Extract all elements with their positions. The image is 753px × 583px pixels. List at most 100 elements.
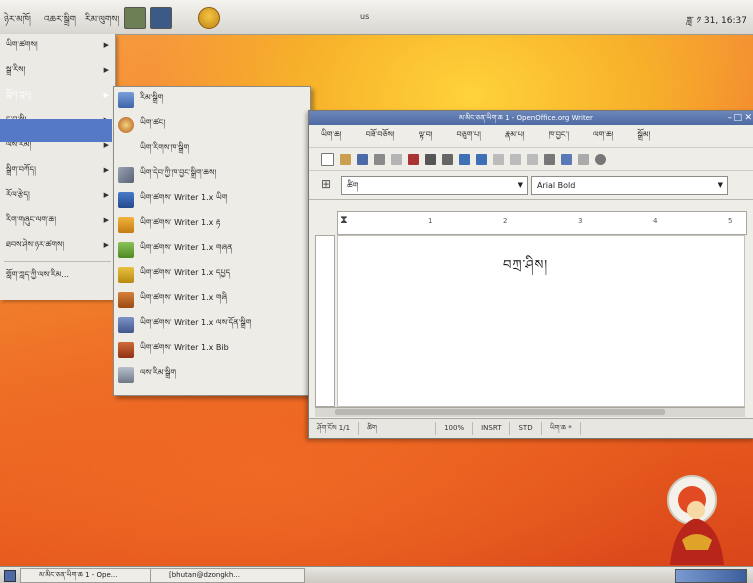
menu-item-label: རིག་གཞུང་ལག་ཆ།	[6, 215, 57, 224]
chevron-right-icon: ▶	[103, 166, 109, 174]
format-paintbrush-icon[interactable]	[544, 153, 555, 165]
copy-icon[interactable]	[510, 153, 521, 165]
chevron-right-icon: ▶	[103, 216, 109, 224]
panel-menu-system[interactable]: རིམ་ལུགས།	[85, 10, 119, 35]
writer-menubar: ཡིག་ཆ། བཟོ་བཅོས། ལྟ་བ། བཅུག་པ། རྣམ་པ། ཁ་…	[309, 125, 753, 148]
menu-view[interactable]: ལྟ་བ།	[419, 125, 433, 148]
menu-item-accessories[interactable]: ཡིག་ཚགས། ▶	[0, 34, 115, 59]
base-doc-icon	[118, 291, 134, 308]
submenu-item[interactable]: ཡིག་ཚགས་ Writer 1.x ལས་དོན་སྒྲིག	[114, 312, 310, 337]
menu-item-settings[interactable]: སྒྲིག་བཀོད། ▶	[0, 159, 115, 184]
math-doc-icon	[118, 316, 134, 333]
document-text[interactable]: བཀྲ་ཤིས།	[503, 250, 548, 287]
taskbar-item-terminal[interactable]: [bhutan@dzongkh...	[150, 568, 305, 583]
edit-file-icon[interactable]	[391, 153, 402, 165]
menu-format[interactable]: རྣམ་པ།	[505, 125, 525, 148]
office-submenu: རིམ་སྒྲིག ཡིག་ཚང། ཡིག་རིགས་ཁ་སྒྲིག ཡིག་ད…	[113, 86, 311, 396]
formatting-toolbar: ⊞ ཚིག ▼ Arial Bold ▼	[309, 171, 753, 200]
bibliography-icon	[118, 341, 134, 358]
ruler-mark: 1	[428, 217, 433, 225]
styles-icon[interactable]: ⊞	[321, 177, 331, 191]
submenu-item[interactable]: ཡིག་ཚགས་ Writer 1.x རྟ	[114, 212, 310, 237]
paste-icon[interactable]	[527, 153, 538, 165]
status-document-modified: ཡིག་ཆ *	[542, 422, 581, 435]
terminal-launcher-icon[interactable]	[150, 7, 172, 29]
menu-tools[interactable]: ལག་ཆ།	[593, 125, 613, 148]
menu-item-other[interactable]: གློག་ཀླད་ཀྱི་ལས་རིམ...	[0, 264, 115, 289]
undo-icon[interactable]	[561, 153, 572, 165]
window-title: མ་མིང་ཅན་ཡིག་ཆ 1 - OpenOffice.org Writer	[459, 114, 593, 122]
submenu-item[interactable]: ཡིག་ཚགས་ Writer 1.x ཡིག	[114, 187, 310, 212]
status-page: ཤོག་ངོས 1/1	[309, 422, 360, 435]
panel-menu-places[interactable]: འཆར་སྒྲིག	[44, 10, 76, 35]
blank-icon	[118, 142, 134, 158]
submenu-item[interactable]: ལས་རིམ་སྒྲིག	[114, 362, 310, 387]
save-icon[interactable]	[357, 153, 368, 165]
chevron-right-icon: ▶	[103, 141, 109, 149]
submenu-item[interactable]: ཡིག་ཚགས་ Writer 1.x གཞན	[114, 237, 310, 262]
spellcheck-icon[interactable]	[459, 153, 470, 165]
autospell-icon[interactable]	[476, 153, 487, 165]
navigator-icon[interactable]	[595, 153, 606, 165]
chevron-right-icon: ▶	[103, 41, 109, 49]
panel-clock[interactable]: ཟླ་ ༡ 31, 16:37	[687, 11, 747, 36]
menu-window[interactable]: སྒྲོམ།	[637, 125, 650, 148]
draw-doc-icon	[118, 216, 134, 233]
paragraph-style-select[interactable]: ཚིག ▼	[341, 176, 528, 195]
horizontal-scrollbar[interactable]	[315, 407, 745, 417]
print-preview-icon[interactable]	[442, 153, 453, 165]
menu-item-graphics[interactable]: སྒྲ་རིས། ▶	[0, 59, 115, 84]
submenu-item[interactable]: ཡིག་ཚང།	[114, 112, 310, 137]
new-document-icon[interactable]	[321, 152, 334, 166]
submenu-item[interactable]: ཡིག་དེབ་ཀྱི་ཁ་བྱང་སྒྲིག་ཆས།	[114, 162, 310, 187]
submenu-item-label: ཡིག་ཚགས་ Writer 1.x དཔྱད	[140, 268, 231, 277]
export-pdf-icon[interactable]	[408, 153, 419, 165]
redo-icon[interactable]	[578, 153, 589, 165]
status-zoom[interactable]: 100%	[436, 422, 474, 435]
workspace-switcher[interactable]	[675, 569, 747, 583]
menu-insert[interactable]: བཅུག་པ།	[457, 125, 481, 148]
font-name-select[interactable]: Arial Bold ▼	[531, 176, 728, 195]
submenu-item[interactable]: རིམ་སྒྲིག	[114, 87, 310, 112]
keyboard-layout-indicator[interactable]: us	[360, 12, 369, 21]
globe-icon	[118, 116, 134, 133]
selected-menu-highlight	[0, 119, 112, 142]
submenu-item[interactable]: ཡིག་ཚགས་ Writer 1.x Bib	[114, 337, 310, 362]
submenu-item[interactable]: ཡིག་རིགས་ཁ་སྒྲིག	[114, 137, 310, 162]
standard-toolbar	[309, 148, 753, 171]
tab-stop-icon[interactable]: ⧗	[340, 213, 348, 227]
maximize-icon[interactable]: □	[733, 111, 742, 125]
menu-item-office[interactable]: གློག་ཀླད། ▶	[0, 84, 115, 109]
minimize-icon[interactable]: –	[728, 111, 733, 125]
menu-edit[interactable]: བཟོ་བཅོས།	[366, 125, 395, 148]
email-icon[interactable]	[374, 153, 385, 165]
vertical-ruler[interactable]	[315, 235, 335, 407]
close-icon[interactable]: ✕	[744, 111, 752, 125]
print-icon[interactable]	[425, 153, 436, 165]
submenu-item[interactable]: ཡིག་ཚགས་ Writer 1.x དཔྱད	[114, 262, 310, 287]
horizontal-ruler[interactable]: ⧗ 1 2 3 4 5	[337, 211, 747, 235]
scrollbar-thumb[interactable]	[335, 409, 665, 415]
office-launcher-icon[interactable]	[124, 7, 146, 29]
chevron-right-icon: ▶	[103, 241, 109, 249]
menu-item-education[interactable]: རིག་གཞུང་ལག་ཆ། ▶	[0, 209, 115, 234]
status-selection-mode[interactable]: STD	[510, 422, 542, 435]
menu-item-system-tools[interactable]: ཐབས་ཤེས་ཉར་ཚགས། ▶	[0, 234, 115, 259]
taskbar-item-label: [bhutan@dzongkh...	[169, 571, 240, 579]
submenu-item[interactable]: ཡིག་ཚགས་ Writer 1.x གཞི	[114, 287, 310, 312]
menu-file[interactable]: ཡིག་ཆ།	[321, 125, 342, 148]
emoticon-icon[interactable]	[198, 7, 220, 29]
chevron-right-icon: ▶	[103, 191, 109, 199]
show-desktop-icon[interactable]	[4, 570, 16, 582]
open-folder-icon[interactable]	[340, 153, 351, 165]
menu-table[interactable]: ཁ་བྱང་།	[549, 125, 569, 148]
status-insert-mode[interactable]: INSRT	[473, 422, 511, 435]
taskbar-item-writer[interactable]: མ་མིང་ཅན་ཡིག་ཆ 1 - Ope...	[20, 568, 160, 583]
panel-menu-applications[interactable]: ཉེར་མཁོ།	[4, 10, 31, 35]
mascot-icon	[667, 475, 724, 565]
document-page[interactable]: བཀྲ་ཤིས།	[337, 235, 745, 407]
cut-icon[interactable]	[493, 153, 504, 165]
window-titlebar[interactable]: མ་མིང་ཅན་ཡིག་ཆ 1 - OpenOffice.org Writer…	[309, 111, 753, 125]
submenu-item-label: ཡིག་ཚགས་ Writer 1.x རྟ	[140, 218, 221, 227]
menu-item-games[interactable]: རོལ་རྩེད། ▶	[0, 184, 115, 209]
